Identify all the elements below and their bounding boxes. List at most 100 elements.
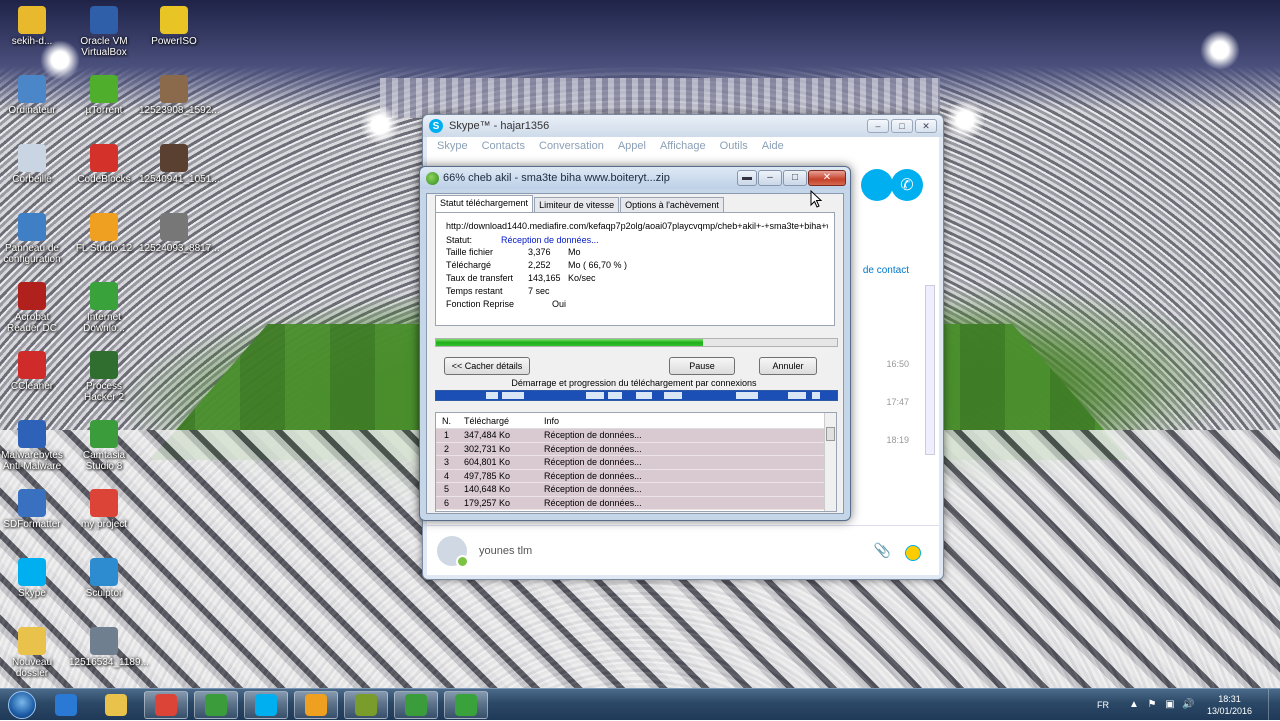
attach-file-icon[interactable]: 📎	[874, 542, 891, 559]
menu-affichage[interactable]: Affichage	[660, 140, 706, 152]
skype-window-title: Skype™ - hajar1356	[449, 120, 550, 132]
desktop-icon[interactable]: Camtasia Studio 8	[69, 420, 139, 472]
downloaded-unit: Mo ( 66,70 % )	[568, 260, 628, 270]
volume-icon[interactable]: 🔊	[1182, 699, 1194, 711]
menu-outils[interactable]: Outils	[720, 140, 748, 152]
desktop-icon[interactable]: Oracle VM VirtualBox	[69, 6, 139, 58]
desktop-icon[interactable]: 12523908_1592...	[139, 75, 220, 116]
add-contact-link[interactable]: de contact	[863, 265, 909, 276]
column-header-n[interactable]: N.	[436, 416, 464, 426]
connections-table[interactable]: N. Téléchargé Info 1 347,484 Ko Réceptio…	[435, 412, 837, 512]
maximize-button[interactable]: □	[891, 119, 913, 133]
desktop-icon[interactable]: Corbeille	[0, 144, 67, 185]
desktop-icon[interactable]: Nouveau dossier	[0, 627, 67, 679]
app-icon	[18, 558, 46, 586]
tab-status[interactable]: Statut téléchargement	[435, 195, 534, 212]
time-remaining-label: Temps restant	[446, 286, 503, 296]
clock[interactable]: 18:31 13/01/2016	[1207, 693, 1252, 717]
row-downloaded: 604,801 Ko	[464, 457, 511, 468]
taskbar-button-screen-capture[interactable]	[194, 691, 238, 719]
menu-conversation[interactable]: Conversation	[539, 140, 604, 152]
pause-button[interactable]: Pause	[669, 357, 735, 375]
message-composer[interactable]: younes tlm 📎	[427, 525, 939, 575]
table-row[interactable]: 5 140,648 Ko Réception de données...	[436, 483, 836, 497]
menu-contacts[interactable]: Contacts	[482, 140, 525, 152]
skype-titlebar[interactable]: S Skype™ - hajar1356 – □ ✕	[423, 115, 943, 137]
column-header-info[interactable]: Info	[544, 416, 836, 426]
minimize-button[interactable]: –	[758, 170, 782, 186]
download-titlebar[interactable]: 66% cheb akil - sma3te biha www.boiteryt…	[420, 167, 850, 189]
menu-aide[interactable]: Aide	[762, 140, 784, 152]
show-desktop-button[interactable]	[1268, 689, 1280, 721]
taskbar-button-fl-studio[interactable]	[294, 691, 338, 719]
cancel-button[interactable]: Annuler	[759, 357, 817, 375]
app-icon	[90, 213, 118, 241]
desktop-icon[interactable]: sekih-d...	[0, 6, 67, 47]
desktop-icon[interactable]: µTorrent	[69, 75, 139, 116]
desktop-icon[interactable]: Process Hacker 2	[69, 351, 139, 403]
table-row[interactable]: 6 179,257 Ko Réception de données...	[436, 496, 836, 510]
hide-details-button[interactable]: << Cacher détails	[444, 357, 530, 375]
desktop-icon[interactable]: PowerISO	[139, 6, 209, 47]
taskbar-button-ie[interactable]	[44, 691, 88, 719]
tab-completion-options[interactable]: Options à l'achèvement	[620, 197, 724, 212]
desktop-icon[interactable]: Sculptor	[69, 558, 139, 599]
desktop-icon[interactable]: SDFormatter	[0, 489, 67, 530]
language-indicator[interactable]: FR	[1097, 700, 1109, 710]
video-call-button[interactable]	[861, 169, 893, 201]
taskbar-button-idm[interactable]	[444, 691, 488, 719]
row-number: 5	[444, 484, 450, 495]
taskbar-button-camtasia[interactable]	[394, 691, 438, 719]
table-row[interactable]: 4 497,785 Ko Réception de données...	[436, 469, 836, 483]
close-button[interactable]: ✕	[808, 170, 846, 186]
conversation-scrollbar[interactable]	[925, 285, 935, 455]
desktop-icon[interactable]: 12540941_1051...	[139, 144, 220, 185]
taskbar-button-chrome[interactable]	[144, 691, 188, 719]
desktop-icon[interactable]: Malwarebytes Anti-Malware	[0, 420, 67, 472]
desktop-icon[interactable]: Panneau de configuration	[0, 213, 67, 265]
maximize-button[interactable]: □	[783, 170, 807, 186]
table-row[interactable]: 1 347,484 Ko Réception de données...	[436, 429, 836, 443]
scrollbar-thumb[interactable]	[826, 427, 835, 441]
hide-to-tray-button[interactable]: ▬	[737, 170, 757, 186]
table-row[interactable]: 2 302,731 Ko Réception de données...	[436, 442, 836, 456]
download-progress-fill	[436, 339, 704, 346]
app-icon	[160, 144, 188, 172]
desktop-icon[interactable]: Internet Downlo...	[69, 282, 139, 334]
network-icon[interactable]: ▣	[1164, 699, 1176, 711]
desktop-icon[interactable]: 12524093_8817...	[139, 213, 220, 254]
desktop-icon[interactable]: FL Studio 12	[69, 213, 139, 254]
desktop-icon-label: Oracle VM VirtualBox	[80, 36, 128, 58]
desktop-icon[interactable]: CodeBlocks	[69, 144, 139, 185]
taskbar-button-explorer[interactable]	[94, 691, 138, 719]
clock-date: 13/01/2016	[1206, 706, 1252, 716]
close-button[interactable]: ✕	[915, 119, 937, 133]
app-icon	[90, 282, 118, 310]
desktop-icon[interactable]: my project	[69, 489, 139, 530]
table-row[interactable]: 3 604,801 Ko Réception de données...	[436, 456, 836, 470]
column-header-downloaded[interactable]: Téléchargé	[464, 416, 544, 426]
minimize-button[interactable]: –	[867, 119, 889, 133]
phone-call-button[interactable]: ✆	[891, 169, 923, 201]
desktop-icon[interactable]: Acrobat Reader DC	[0, 282, 67, 334]
desktop-icon-label: PowerISO	[151, 36, 197, 47]
show-hidden-icons-icon[interactable]: ▲	[1128, 699, 1140, 711]
idm-icon	[426, 171, 439, 185]
taskbar-button-skype[interactable]	[244, 691, 288, 719]
menu-appel[interactable]: Appel	[618, 140, 646, 152]
desktop-icon[interactable]: Ordinateur	[0, 75, 67, 116]
table-scrollbar[interactable]	[824, 413, 836, 511]
desktop-icon[interactable]: CCleaner	[0, 351, 67, 392]
desktop-icon-label: Nouveau dossier	[11, 657, 53, 679]
taskbar-button-chart-app[interactable]	[344, 691, 388, 719]
contact-name: younes tlm	[479, 544, 533, 557]
tab-speed-limiter[interactable]: Limiteur de vitesse	[534, 197, 620, 212]
app-icon	[160, 6, 188, 34]
menu-skype[interactable]: Skype	[437, 140, 468, 152]
download-dialog[interactable]: 66% cheb akil - sma3te biha www.boiteryt…	[419, 166, 851, 521]
start-button[interactable]	[2, 689, 42, 721]
action-center-icon[interactable]: ⚑	[1146, 699, 1158, 711]
desktop-icon[interactable]: 12516534_1189...	[69, 627, 149, 668]
emoticon-icon[interactable]	[905, 545, 921, 561]
desktop-icon[interactable]: Skype	[0, 558, 67, 599]
